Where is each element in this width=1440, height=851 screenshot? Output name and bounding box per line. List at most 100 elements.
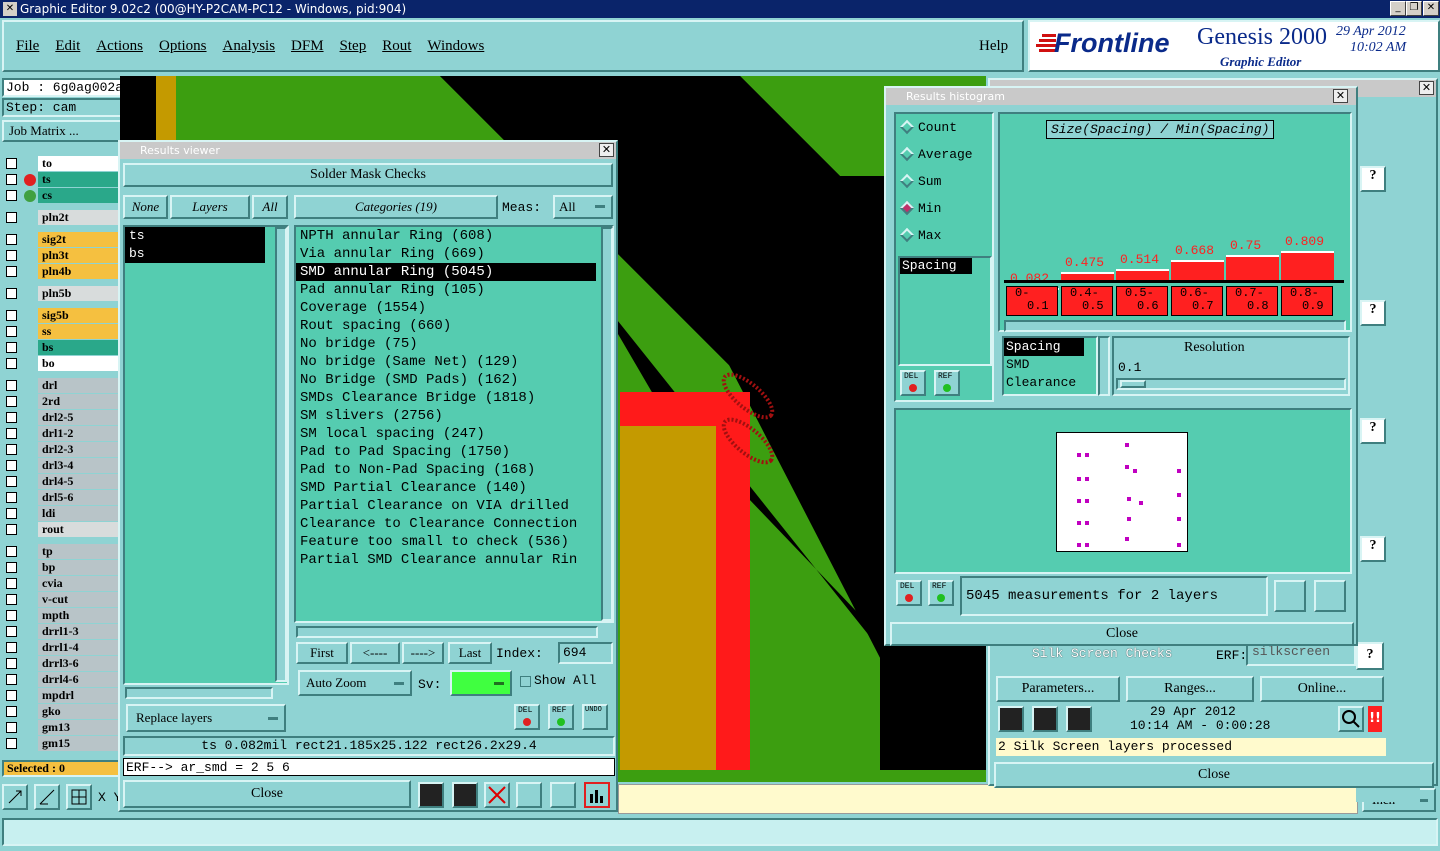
auto-zoom-select[interactable]: Auto Zoom: [298, 670, 412, 696]
histogram-bin[interactable]: 0.8- 0.9: [1281, 286, 1333, 316]
ranges-button[interactable]: Ranges...: [1126, 676, 1254, 702]
layer-checkbox[interactable]: [6, 158, 17, 169]
histogram-bin[interactable]: 0- 0.1: [1006, 286, 1058, 316]
prev-button[interactable]: <----: [350, 642, 400, 664]
help-icon-4[interactable]: ?: [1360, 536, 1386, 562]
layer-checkbox[interactable]: [6, 610, 17, 621]
hist-ref-icon[interactable]: REF: [934, 370, 960, 396]
histogram-bar[interactable]: [1171, 259, 1224, 280]
grid-icon[interactable]: [66, 784, 92, 810]
layer-checkbox[interactable]: [6, 706, 17, 717]
category-item[interactable]: Rout spacing (660): [296, 317, 596, 335]
layer-checkbox[interactable]: [6, 524, 17, 535]
category-select-scrollbar[interactable]: [1098, 336, 1110, 396]
layer-checkbox[interactable]: [6, 626, 17, 637]
layer-row-bo[interactable]: bo: [2, 356, 118, 372]
sv-color-select[interactable]: [450, 670, 512, 696]
layer-row-tp[interactable]: tp: [2, 544, 118, 560]
category-item[interactable]: Pad annular Ring (105): [296, 281, 596, 299]
menu-windows[interactable]: Windows: [427, 38, 484, 54]
hist-del-icon[interactable]: DEL: [900, 370, 926, 396]
parameters-button[interactable]: Parameters...: [996, 676, 1120, 702]
layer-checkbox[interactable]: [6, 326, 17, 337]
layer-checkbox[interactable]: [6, 380, 17, 391]
layer-row-pln4b[interactable]: pln4b: [2, 264, 118, 280]
histogram-bin[interactable]: 0.6- 0.7: [1171, 286, 1223, 316]
last-button[interactable]: Last: [448, 642, 492, 664]
layer-checkbox[interactable]: [6, 190, 17, 201]
layer-row-gm15[interactable]: gm15: [2, 736, 118, 752]
layer-checkbox[interactable]: [6, 342, 17, 353]
none-button[interactable]: None: [123, 195, 168, 219]
preview-ref-icon[interactable]: REF: [928, 580, 954, 606]
layer-row-cvia[interactable]: cvia: [2, 576, 118, 592]
undo-icon[interactable]: UNDO: [582, 704, 608, 730]
category-option[interactable]: Clearance: [1004, 374, 1096, 392]
layer-checkbox[interactable]: [6, 250, 17, 261]
checks-close-button[interactable]: Close: [994, 762, 1434, 788]
category-item[interactable]: SMD Partial Clearance (140): [296, 479, 596, 497]
layer-row-mpdrl[interactable]: mpdrl: [2, 688, 118, 704]
tool-icon-1[interactable]: [418, 782, 444, 808]
layer-row-drrl3-6[interactable]: drrl3-6: [2, 656, 118, 672]
category-item[interactable]: Via annular Ring (669): [296, 245, 596, 263]
result-layer-ts[interactable]: ts: [125, 227, 265, 245]
layer-checkbox[interactable]: [6, 562, 17, 573]
layer-row-gm13[interactable]: gm13: [2, 720, 118, 736]
menu-dfm[interactable]: DFM: [291, 38, 324, 54]
layer-checkbox[interactable]: [6, 594, 17, 605]
layers-button[interactable]: Layers: [170, 195, 250, 219]
layer-checkbox[interactable]: [6, 722, 17, 733]
category-item[interactable]: SMDs Clearance Bridge (1818): [296, 389, 596, 407]
histogram-hscrollbar[interactable]: [1004, 320, 1346, 332]
first-button[interactable]: First: [296, 642, 348, 664]
stat-radio-min[interactable]: Min: [896, 195, 992, 222]
layer-row-sig5b[interactable]: sig5b: [2, 308, 118, 324]
tool-icon-3[interactable]: [484, 782, 510, 808]
category-item[interactable]: SM slivers (2756): [296, 407, 596, 425]
menu-file[interactable]: File: [16, 38, 39, 54]
layer-row-drrl1-3[interactable]: drrl1-3: [2, 624, 118, 640]
layer-row-drl2-5[interactable]: drl2-5: [2, 410, 118, 426]
online-button[interactable]: Online...: [1260, 676, 1384, 702]
replace-layers-select[interactable]: Replace layers: [126, 704, 286, 732]
tool-icon-5[interactable]: [550, 782, 576, 808]
category-item[interactable]: Partial SMD Clearance annular Rin: [296, 551, 596, 569]
index-input[interactable]: 694: [558, 642, 613, 664]
minimize-button[interactable]: _: [1390, 1, 1406, 16]
layer-checkbox[interactable]: [6, 396, 17, 407]
export-icon-2[interactable]: [1314, 580, 1346, 612]
category-item[interactable]: NPTH annular Ring (608): [296, 227, 596, 245]
menu-edit[interactable]: Edit: [55, 38, 80, 54]
menu-step[interactable]: Step: [340, 38, 367, 54]
histogram-bin[interactable]: 0.5- 0.6: [1116, 286, 1168, 316]
category-item[interactable]: Pad to Non-Pad Spacing (168): [296, 461, 596, 479]
layer-checkbox[interactable]: [6, 738, 17, 749]
stat-radio-average[interactable]: Average: [896, 141, 992, 168]
run-icon-2[interactable]: [1032, 706, 1058, 732]
del-icon[interactable]: DEL: [514, 704, 540, 730]
stat-radio-max[interactable]: Max: [896, 222, 992, 249]
next-button[interactable]: ---->: [402, 642, 444, 664]
layer-row-sig2t[interactable]: sig2t: [2, 232, 118, 248]
histogram-bin[interactable]: 0.7- 0.8: [1226, 286, 1278, 316]
zoom-icon[interactable]: [1338, 706, 1364, 732]
layer-checkbox[interactable]: [6, 492, 17, 503]
ref-icon[interactable]: REF: [548, 704, 574, 730]
measure-icon[interactable]: [34, 784, 60, 810]
category-option[interactable]: Spacing: [1004, 338, 1084, 356]
category-hscrollbar[interactable]: [296, 626, 598, 638]
help-icon-2[interactable]: ?: [1360, 300, 1386, 326]
stat-field-spacing[interactable]: Spacing: [900, 258, 972, 274]
layer-row-drrl1-4[interactable]: drrl1-4: [2, 640, 118, 656]
layer-row-ldi[interactable]: ldi: [2, 506, 118, 522]
layer-checkbox[interactable]: [6, 444, 17, 455]
histogram-close-button[interactable]: Close: [890, 622, 1354, 646]
layer-row-pln5b[interactable]: pln5b: [2, 286, 118, 302]
result-layer-bs[interactable]: bs: [125, 245, 265, 263]
preview-del-icon[interactable]: DEL: [896, 580, 922, 606]
tool-icon-2[interactable]: [452, 782, 478, 808]
results-viewer-close-button[interactable]: Close: [123, 780, 411, 808]
run-icon-3[interactable]: [1066, 706, 1092, 732]
results-viewer-close-icon[interactable]: ✕: [599, 143, 614, 157]
